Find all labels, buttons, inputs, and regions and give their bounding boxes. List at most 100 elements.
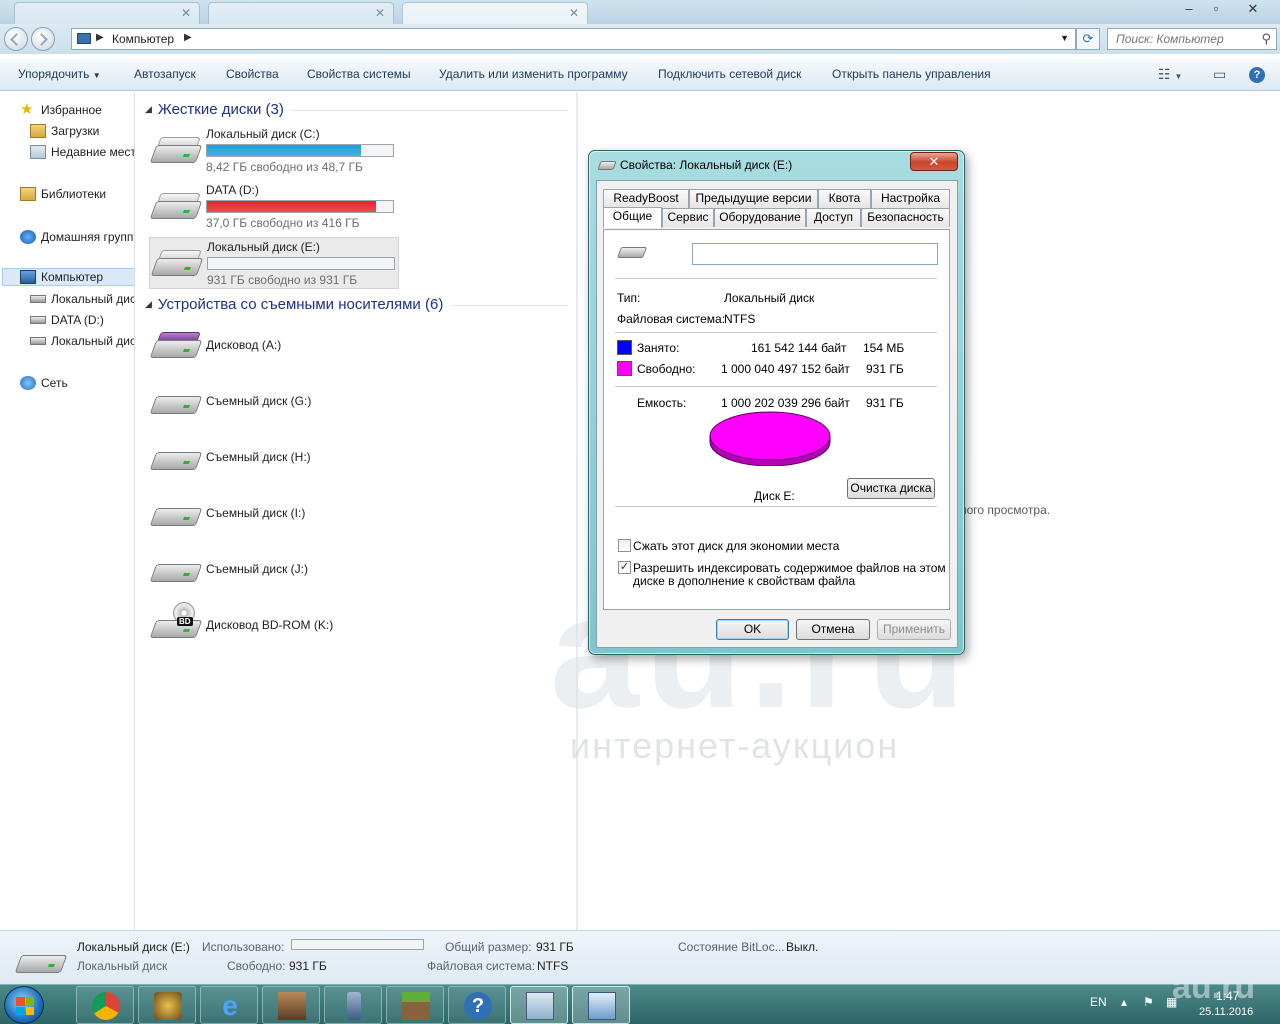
apply-button[interactable]: Применить <box>877 619 951 640</box>
disk-cleanup-button[interactable]: Очистка диска <box>847 478 935 499</box>
tab-sharing[interactable]: Доступ <box>806 208 861 227</box>
nav-recent-places[interactable]: Недавние мест <box>30 143 134 161</box>
close-icon[interactable]: ✕ <box>1240 0 1266 18</box>
browser-tab[interactable]: ✕ <box>208 2 394 24</box>
index-label-line2[interactable]: диске в дополнение к свойствам файла <box>633 574 855 588</box>
nav-homegroup[interactable]: Домашняя групп <box>20 228 133 246</box>
nav-network[interactable]: Сеть <box>20 374 68 392</box>
nav-downloads[interactable]: Загрузки <box>30 122 99 140</box>
nav-libraries[interactable]: Библиотеки <box>20 185 106 203</box>
details-free-value: 931 ГБ <box>289 959 327 973</box>
compress-label[interactable]: Сжать этот диск для экономии места <box>633 539 839 553</box>
nav-local-disk-e[interactable]: Локальный дис <box>30 332 134 350</box>
address-bar[interactable]: ▶ Компьютер ▶ ▼ <box>71 28 1076 50</box>
language-indicator[interactable]: EN <box>1090 995 1107 1009</box>
tab-tools[interactable]: Сервис <box>662 208 714 227</box>
breadcrumb-computer[interactable]: Компьютер <box>112 32 174 46</box>
search-input[interactable] <box>1108 29 1248 49</box>
close-tab-icon[interactable]: ✕ <box>181 6 191 20</box>
drive-h[interactable]: Съемный диск (H:) <box>149 432 399 484</box>
clock-date[interactable]: 25.11.2016 <box>1199 1006 1253 1018</box>
details-type: Локальный диск <box>77 959 168 973</box>
group-hard-disks[interactable]: ◢ Жесткие диски (3) <box>145 101 284 118</box>
tab-previous-versions[interactable]: Предыдущие версии <box>689 189 818 208</box>
browser-tab[interactable]: ✕ <box>402 2 588 24</box>
tab-security[interactable]: Безопасность <box>861 208 950 227</box>
back-button[interactable] <box>4 27 28 51</box>
view-options-icon[interactable]: ☷ ▼ <box>1158 66 1182 83</box>
nav-favorites[interactable]: ★ Избранное <box>20 101 102 119</box>
system-drive-icon <box>149 137 203 167</box>
drive-c[interactable]: Локальный диск (C:) 8,42 ГБ свободно из … <box>149 125 399 177</box>
breadcrumb-arrow-icon[interactable]: ▶ <box>96 32 104 43</box>
chevron-down-icon[interactable]: ▼ <box>1060 33 1069 43</box>
dialog-close-button[interactable]: ✕ <box>910 152 958 171</box>
help-icon[interactable]: ? <box>1249 67 1265 83</box>
refresh-button[interactable]: ⟳ <box>1076 28 1100 50</box>
drive-k[interactable]: BD Дисковод BD-ROM (K:) <box>149 600 399 652</box>
index-checkbox[interactable]: ✓ <box>618 561 631 574</box>
start-button[interactable] <box>4 986 44 1024</box>
compress-checkbox[interactable] <box>618 539 631 552</box>
preview-pane-icon[interactable]: ▭ <box>1213 66 1226 83</box>
taskbar-utility[interactable] <box>324 986 382 1024</box>
uninstall-program-button[interactable]: Удалить или изменить программу <box>439 67 628 81</box>
details-bitlocker-value: Выкл. <box>786 940 819 954</box>
map-network-drive-button[interactable]: Подключить сетевой диск <box>658 67 801 81</box>
details-fs-label: Файловая система: <box>427 959 536 973</box>
forward-button[interactable] <box>31 27 55 51</box>
dialog-title-bar[interactable]: Свойства: Локальный диск (E:) <box>597 158 792 172</box>
free-short: 931 ГБ <box>866 362 904 376</box>
search-icon[interactable]: ⚲ <box>1261 31 1271 47</box>
breadcrumb-arrow-icon[interactable]: ▶ <box>184 32 192 43</box>
close-tab-icon[interactable]: ✕ <box>375 6 385 20</box>
dialog-body: ReadyBoost Предыдущие версии Квота Настр… <box>596 180 958 648</box>
browser-tab[interactable]: ✕ <box>14 2 200 24</box>
open-control-panel-button[interactable]: Открыть панель управления <box>832 67 991 81</box>
drive-j[interactable]: Съемный диск (J:) <box>149 544 399 596</box>
minimize-icon[interactable]: – <box>1176 0 1202 18</box>
collapse-arrow-icon[interactable]: ◢ <box>145 299 152 310</box>
taskbar-explorer[interactable] <box>572 986 630 1024</box>
taskbar-chrome[interactable] <box>76 986 134 1024</box>
tab-customize[interactable]: Настройка <box>871 189 950 208</box>
ok-button[interactable]: OK <box>716 619 789 640</box>
autoplay-button[interactable]: Автозапуск <box>134 67 196 81</box>
tray-arrow-icon[interactable]: ▴ <box>1121 995 1127 1009</box>
group-removable[interactable]: ◢ Устройства со съемными носителями (6) <box>145 296 443 313</box>
taskbar-control-panel[interactable] <box>510 986 568 1024</box>
action-center-flag-icon[interactable]: ⚑ <box>1143 995 1154 1009</box>
tab-general[interactable]: Общие <box>603 207 662 228</box>
properties-button[interactable]: Свойства <box>226 67 279 81</box>
taskbar-internet-explorer[interactable]: e <box>200 986 258 1024</box>
taskbar-help[interactable]: ? <box>448 986 506 1024</box>
index-label-line1[interactable]: Разрешить индексировать содержимое файло… <box>633 561 946 575</box>
drive-a[interactable]: Дисковод (A:) <box>149 320 399 372</box>
system-properties-button[interactable]: Свойства системы <box>307 67 411 81</box>
pane-divider[interactable] <box>576 92 578 930</box>
cancel-button[interactable]: Отмена <box>796 619 870 640</box>
collapse-arrow-icon[interactable]: ◢ <box>145 104 152 115</box>
close-tab-icon[interactable]: ✕ <box>569 6 579 20</box>
drive-i[interactable]: Съемный диск (I:) <box>149 488 399 540</box>
taskbar-game[interactable] <box>262 986 320 1024</box>
tab-readyboost[interactable]: ReadyBoost <box>603 189 689 208</box>
taskbar-hearthstone[interactable] <box>138 986 196 1024</box>
taskbar-minecraft[interactable] <box>386 986 444 1024</box>
drive-name: Съемный диск (J:) <box>206 562 308 576</box>
maximize-icon[interactable]: ▫ <box>1203 0 1229 18</box>
nav-computer[interactable]: Компьютер <box>2 268 134 286</box>
drive-icon <box>150 250 204 280</box>
drive-g[interactable]: Съемный диск (G:) <box>149 376 399 428</box>
tab-hardware[interactable]: Оборудование <box>714 208 806 227</box>
search-box[interactable]: ⚲ <box>1107 28 1277 50</box>
tab-quota[interactable]: Квота <box>818 189 871 208</box>
usage-fill <box>207 201 377 212</box>
drive-e[interactable]: Локальный диск (E:) 931 ГБ свободно из 9… <box>149 237 399 289</box>
drive-d[interactable]: DATA (D:) 37,0 ГБ свободно из 416 ГБ <box>149 181 399 233</box>
details-pane: Локальный диск (E:) Локальный диск Испол… <box>0 930 1280 984</box>
volume-label-input[interactable] <box>692 243 938 265</box>
nav-data-d[interactable]: DATA (D:) <box>30 311 104 329</box>
nav-local-disk-c[interactable]: Локальный дис <box>30 290 134 308</box>
organize-button[interactable]: Упорядочить ▼ <box>18 67 101 81</box>
